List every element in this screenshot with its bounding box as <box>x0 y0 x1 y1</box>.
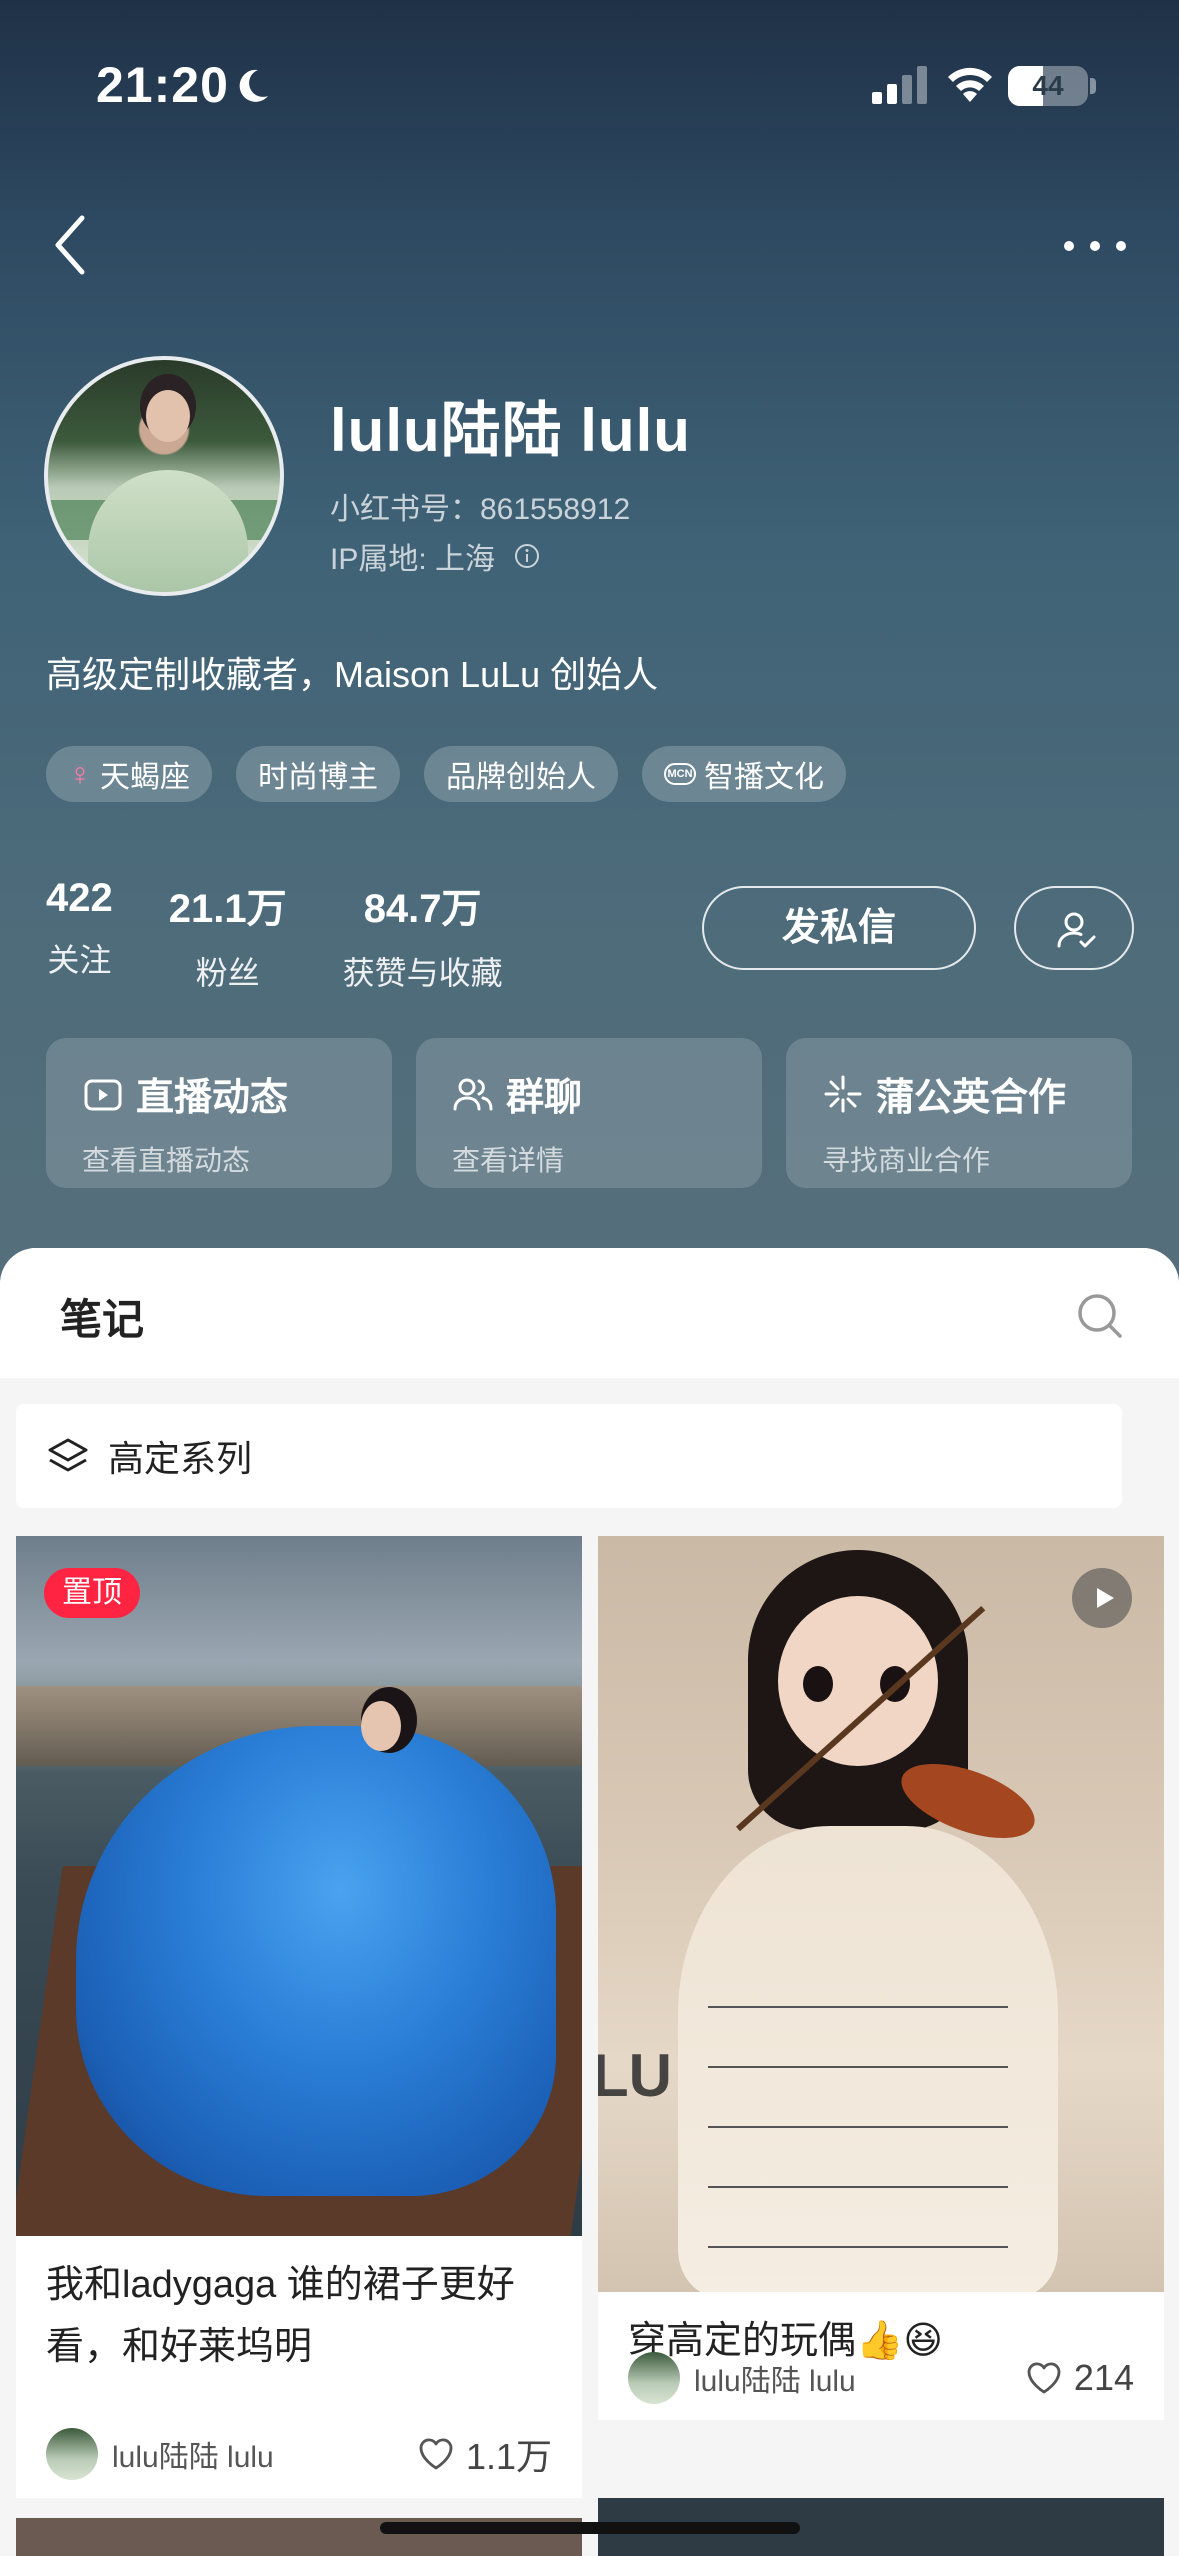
note-footer: lulu陆陆 lulu 1.1万 <box>46 2428 552 2480</box>
tag-fashion-blogger[interactable]: 时尚博主 <box>236 746 400 802</box>
stat-label: 获赞与收藏 <box>342 955 503 991</box>
live-icon <box>84 1079 122 1110</box>
status-time: 21:20 <box>96 57 229 113</box>
user-check-icon <box>1057 912 1096 948</box>
card-title: 群聊 <box>506 1077 583 1119</box>
stat-value: 21.1万 <box>168 887 287 931</box>
note-title: 我和ladygaga 谁的裙子更好看，和好莱坞明 <box>46 2264 515 2368</box>
brand-lettering: LU <box>598 2042 672 2109</box>
tab-notes[interactable]: 笔记 <box>60 1286 144 1347</box>
moon-icon <box>239 69 268 102</box>
card-live[interactable]: 直播动态 查看直播动态 <box>46 1038 392 1188</box>
pinned-badge: 置顶 <box>44 1568 140 1618</box>
stat-likes-and-saves[interactable]: 84.7万 获赞与收藏 <box>343 876 503 994</box>
home-indicator[interactable] <box>380 2522 800 2534</box>
card-title: 直播动态 <box>136 1077 289 1119</box>
red-id[interactable]: 小红书号：861558912 <box>330 484 630 528</box>
battery-tip <box>1090 78 1096 94</box>
notes-panel: 笔记 高定系列 置顶 我和ladygaga 谁的裙子更好看，和好莱坞明 lulu… <box>0 1248 1179 2556</box>
video-play-button[interactable] <box>1072 1568 1132 1628</box>
profile-avatar[interactable] <box>44 356 284 596</box>
more-options-icon[interactable] <box>1055 228 1135 264</box>
card-subtitle: 查看详情 <box>452 1145 565 1176</box>
feature-cards: 直播动态 查看直播动态 群聊 查看详情 蒲公英合作 寻找商业合作 <box>46 1038 1132 1188</box>
wifi-icon <box>948 67 992 102</box>
card-dandelion[interactable]: 蒲公英合作 寻找商业合作 <box>786 1038 1132 1188</box>
card-group-chat[interactable]: 群聊 查看详情 <box>416 1038 762 1188</box>
play-icon <box>1097 1588 1114 1608</box>
heart-icon[interactable] <box>1024 2358 1064 2398</box>
note-footer: lulu陆陆 lulu 214 <box>628 2352 1134 2404</box>
send-message-button[interactable]: 发私信 <box>702 886 976 970</box>
author-name[interactable]: lulu陆陆 lulu <box>112 2432 416 2476</box>
note-card[interactable]: 置顶 我和ladygaga 谁的裙子更好看，和好莱坞明 lulu陆陆 lulu … <box>16 1536 582 2498</box>
stat-value: 422 <box>46 876 113 920</box>
card-subtitle: 查看直播动态 <box>82 1145 251 1176</box>
heart-icon[interactable] <box>416 2434 456 2474</box>
signal-icon <box>872 66 927 104</box>
ip-location: IP属地: 上海 <box>330 543 496 576</box>
search-icon[interactable] <box>1074 1290 1126 1342</box>
stat-label: 粉丝 <box>195 955 260 991</box>
battery-icon: 44 <box>1008 66 1088 106</box>
back-arrow-icon[interactable] <box>46 210 96 280</box>
card-subtitle: 寻找商业合作 <box>822 1145 991 1176</box>
like-count: 1.1万 <box>465 2436 552 2477</box>
like-count: 214 <box>1073 2357 1134 2398</box>
collection-label: 高定系列 <box>108 1438 253 1479</box>
status-bar: 21:20 44 <box>0 0 1179 160</box>
tag-brand-founder[interactable]: 品牌创始人 <box>424 746 618 802</box>
tag-mcn[interactable]: MCN 智播文化 <box>642 746 846 802</box>
author-name[interactable]: lulu陆陆 lulu <box>694 2356 1024 2400</box>
author-avatar[interactable] <box>46 2428 98 2480</box>
tag-label: 时尚博主 <box>258 761 378 794</box>
stat-followers[interactable]: 21.1万 粉丝 <box>169 876 287 994</box>
profile-bio: 高级定制收藏者，Maison LuLu 创始人 <box>46 654 659 695</box>
note-card[interactable]: LU 穿高定的玩偶👍😆 lulu陆陆 lulu 214 <box>598 1536 1164 2420</box>
tag-label: 智播文化 <box>704 761 824 794</box>
author-avatar[interactable] <box>628 2352 680 2404</box>
note-cover-image[interactable]: LU <box>598 1536 1164 2292</box>
info-icon[interactable] <box>513 542 541 570</box>
profile-tags: ♀ 天蝎座 时尚博主 品牌创始人 MCN 智播文化 <box>46 746 846 802</box>
tag-label: 天蝎座 <box>100 761 190 794</box>
mcn-icon: MCN <box>664 763 696 785</box>
stat-following[interactable]: 422 关注 <box>46 876 113 994</box>
dandelion-icon <box>824 1075 862 1112</box>
tab-bar: 笔记 <box>0 1248 1179 1378</box>
card-title: 蒲公英合作 <box>876 1077 1067 1119</box>
stat-value: 84.7万 <box>363 887 482 931</box>
battery-level-text: 44 <box>1032 70 1064 101</box>
collection-filter[interactable]: 高定系列 <box>16 1404 1122 1508</box>
note-cover-image[interactable]: 置顶 <box>16 1536 582 2236</box>
follow-status-button[interactable] <box>1014 886 1134 970</box>
layers-icon <box>48 1438 88 1472</box>
tag-zodiac[interactable]: ♀ 天蝎座 <box>46 746 212 802</box>
venus-icon: ♀ <box>68 755 92 792</box>
tag-label: 品牌创始人 <box>446 761 596 794</box>
profile-nickname: lulu陆陆 lulu <box>330 397 691 464</box>
ip-location-row[interactable]: IP属地: 上海 <box>330 534 541 578</box>
group-icon <box>453 1078 493 1110</box>
profile-stats: 422 关注 21.1万 粉丝 84.7万 获赞与收藏 <box>46 876 559 994</box>
stat-label: 关注 <box>47 942 112 978</box>
